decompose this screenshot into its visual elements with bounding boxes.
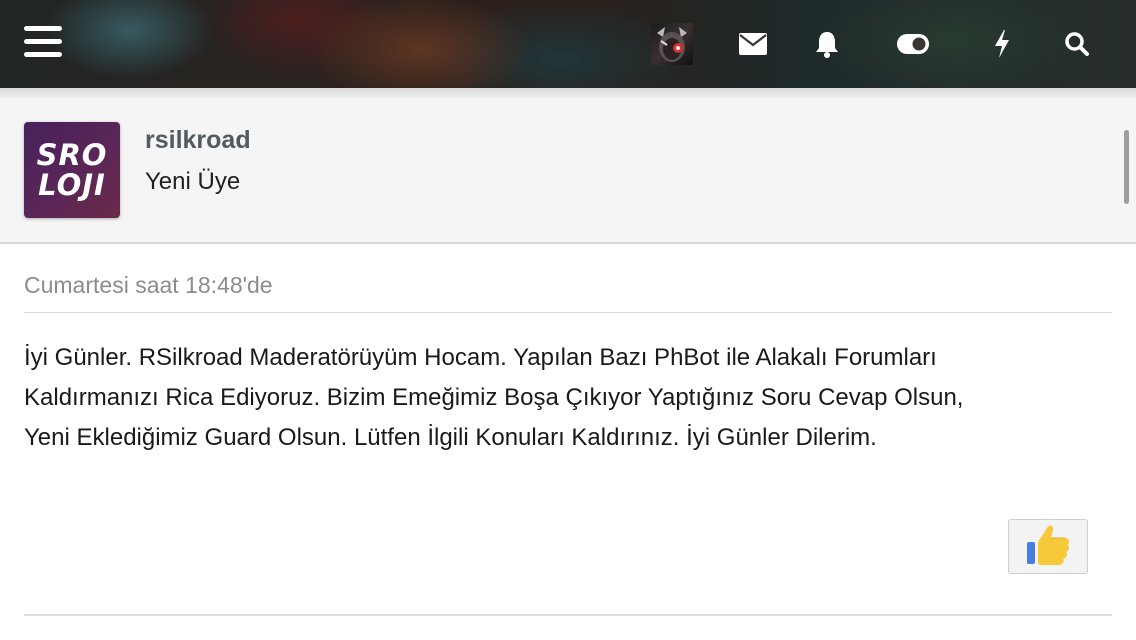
post-footer-divider <box>24 614 1112 616</box>
search-icon[interactable] <box>1062 26 1092 62</box>
bell-icon[interactable] <box>813 26 841 62</box>
post-date[interactable]: Cumartesi saat 18:48'de <box>24 272 273 299</box>
post-body: İyi Günler. RSilkroad Maderatörüyüm Hoca… <box>24 338 1114 458</box>
author-title: Yeni Üye <box>145 168 241 195</box>
envelope-icon[interactable] <box>738 26 768 62</box>
avatar-text-line2: LOJI <box>38 168 106 202</box>
thumbs-up-icon <box>1025 522 1071 571</box>
top-navigation-bar <box>0 0 1136 88</box>
date-divider <box>24 312 1112 313</box>
author-avatar[interactable]: SRO LOJI <box>24 122 120 218</box>
scrollbar[interactable] <box>1124 130 1129 204</box>
header-divider <box>0 88 1136 98</box>
bolt-icon[interactable] <box>990 26 1014 62</box>
user-avatar[interactable] <box>651 23 693 65</box>
toggle-icon[interactable] <box>896 26 930 62</box>
post-body-line: Kaldırmanızı Rica Ediyoruz. Bizim Emeğim… <box>24 384 964 411</box>
post-author-card: SRO LOJI rsilkroad Yeni Üye <box>0 98 1136 244</box>
post-body-line: Yeni Eklediğimiz Guard Olsun. Lütfen İlg… <box>24 424 877 451</box>
hamburger-menu-icon[interactable] <box>24 26 62 58</box>
author-username[interactable]: rsilkroad <box>145 126 251 155</box>
like-button[interactable] <box>1008 519 1088 574</box>
avatar-text-line1: SRO <box>36 138 108 172</box>
post-body-line: İyi Günler. RSilkroad Maderatörüyüm Hoca… <box>24 344 937 371</box>
